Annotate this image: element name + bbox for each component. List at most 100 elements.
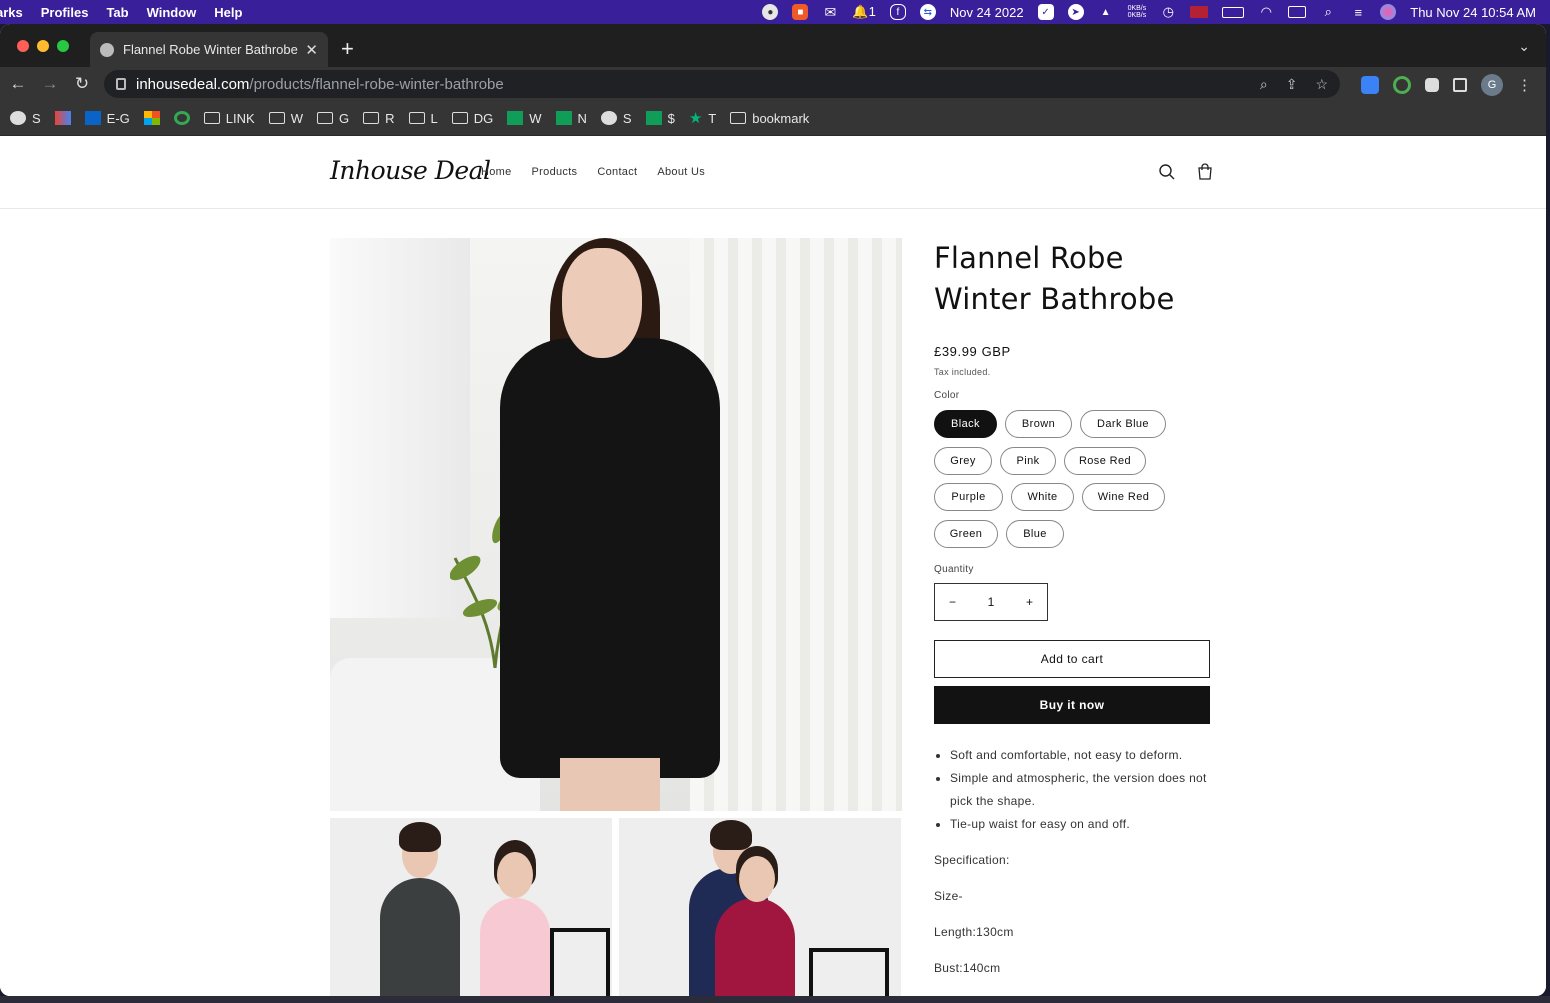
- folder-icon: [316, 112, 333, 124]
- bookmark-item[interactable]: E-G: [84, 111, 130, 126]
- bookmark-item[interactable]: N: [555, 111, 587, 126]
- site-header: Inhouse Deal Home Products Contact About…: [0, 136, 1546, 209]
- menu-help[interactable]: Help: [205, 5, 251, 20]
- folder-icon: [268, 112, 285, 124]
- bell-icon[interactable]: 🔔1: [852, 4, 875, 20]
- ring-extension-icon[interactable]: [1393, 76, 1411, 94]
- search-icon[interactable]: [1158, 163, 1176, 181]
- star-icon[interactable]: ☆: [1315, 76, 1328, 93]
- avatar[interactable]: G: [1481, 74, 1503, 96]
- wechat-icon[interactable]: ✉: [822, 4, 838, 20]
- bookmark-folder[interactable]: L: [408, 111, 438, 126]
- app-icon[interactable]: ■: [792, 4, 809, 20]
- bookmark-folder[interactable]: W: [268, 111, 303, 126]
- site-logo[interactable]: Inhouse Deal: [330, 156, 491, 185]
- zoom-lens-icon[interactable]: ⌕: [1260, 76, 1268, 93]
- color-option-blue[interactable]: Blue: [1006, 520, 1064, 548]
- share-icon[interactable]: ⇪: [1286, 76, 1298, 93]
- color-option-brown[interactable]: Brown: [1005, 410, 1072, 438]
- menu-window[interactable]: Window: [138, 5, 206, 20]
- image-face: [739, 856, 775, 902]
- bookmark-item[interactable]: S: [600, 111, 632, 126]
- g-icon: [173, 111, 190, 125]
- quantity-stepper: − 1 +: [934, 583, 1048, 621]
- cart-icon[interactable]: [1196, 163, 1214, 181]
- bookmark-item[interactable]: S: [10, 111, 41, 126]
- menu-bookmarks[interactable]: arks: [0, 5, 32, 20]
- address-bar[interactable]: inhousedeal.com/products/flannel-robe-wi…: [104, 70, 1340, 98]
- color-option-white[interactable]: White: [1011, 483, 1074, 511]
- bookmark-item[interactable]: $: [645, 111, 675, 126]
- history-icon[interactable]: ◷: [1160, 4, 1176, 20]
- nav-about-us[interactable]: About Us: [657, 166, 705, 178]
- image-frame: [809, 948, 889, 996]
- quantity-decrease-button[interactable]: −: [949, 595, 956, 609]
- keyboard-icon[interactable]: [1288, 6, 1307, 18]
- back-icon[interactable]: ←: [2, 74, 34, 94]
- chevron-down-icon[interactable]: ⌄: [1518, 38, 1530, 55]
- color-option-rose-red[interactable]: Rose Red: [1064, 447, 1146, 475]
- globe-icon: [100, 42, 114, 57]
- bookmark-item[interactable]: ★ T: [689, 109, 716, 127]
- cat-face-icon[interactable]: ▲: [1098, 4, 1114, 20]
- product-thumbnail[interactable]: [619, 818, 901, 996]
- product-thumbnail[interactable]: [330, 818, 612, 996]
- add-to-cart-button[interactable]: Add to cart: [934, 640, 1210, 678]
- bookmark-item[interactable]: [173, 111, 190, 125]
- nav-products[interactable]: Products: [532, 166, 578, 178]
- close-tab-icon[interactable]: ✕: [305, 41, 318, 59]
- wifi-icon[interactable]: ◠: [1258, 4, 1274, 20]
- color-option-wine-red[interactable]: Wine Red: [1082, 483, 1165, 511]
- close-window-button[interactable]: [17, 40, 29, 52]
- bookmark-item[interactable]: W: [507, 111, 542, 126]
- download-extension-icon[interactable]: [1361, 76, 1379, 94]
- us-flag-icon[interactable]: [1190, 6, 1209, 18]
- image-figure: [480, 898, 550, 996]
- color-option-grey[interactable]: Grey: [934, 447, 992, 475]
- bookmark-folder[interactable]: DG: [451, 111, 493, 126]
- bookmarks-bar: S E-G LINK W G R L DG W N S $ ★ T bookmar…: [0, 101, 1546, 136]
- check-icon[interactable]: ✓: [1037, 4, 1054, 20]
- script-icon[interactable]: f: [889, 4, 906, 20]
- menu-tab[interactable]: Tab: [97, 5, 137, 20]
- puzzle-icon[interactable]: [1425, 78, 1439, 92]
- side-panel-icon[interactable]: [1453, 78, 1467, 92]
- bookmark-folder[interactable]: LINK: [203, 111, 255, 126]
- color-option-pink[interactable]: Pink: [1000, 447, 1056, 475]
- new-tab-icon[interactable]: +: [341, 36, 354, 62]
- quantity-increase-button[interactable]: +: [1026, 595, 1033, 609]
- siri-icon[interactable]: [1380, 4, 1397, 20]
- nav-contact[interactable]: Contact: [597, 166, 637, 178]
- buy-now-button[interactable]: Buy it now: [934, 686, 1210, 724]
- quantity-input[interactable]: 1: [988, 595, 995, 609]
- spec-length: Length:130cm: [934, 925, 1014, 939]
- control-center-icon[interactable]: ≡: [1350, 4, 1366, 20]
- color-option-green[interactable]: Green: [934, 520, 998, 548]
- cat-icon[interactable]: ●: [762, 4, 779, 20]
- forward-icon[interactable]: →: [34, 74, 66, 94]
- zoom-window-button[interactable]: [57, 40, 69, 52]
- bookmark-folder[interactable]: R: [363, 111, 395, 126]
- minimize-window-button[interactable]: [37, 40, 49, 52]
- folder-icon: [363, 112, 380, 124]
- reload-icon[interactable]: ↻: [66, 74, 98, 94]
- lock-icon[interactable]: [116, 78, 126, 90]
- arrow-icon[interactable]: ➤: [1067, 4, 1084, 20]
- tab-active[interactable]: Flannel Robe Winter Bathrobe - ✕: [90, 32, 328, 67]
- date-short: Nov 24 2022: [949, 4, 1024, 20]
- product-main-image[interactable]: [330, 238, 902, 811]
- color-option-purple[interactable]: Purple: [934, 483, 1003, 511]
- color-option-black[interactable]: Black: [934, 410, 997, 438]
- nav-home[interactable]: Home: [481, 166, 512, 178]
- bookmark-folder[interactable]: G: [316, 111, 349, 126]
- color-option-dark-blue[interactable]: Dark Blue: [1080, 410, 1166, 438]
- battery-icon[interactable]: [1222, 6, 1245, 18]
- menu-profiles[interactable]: Profiles: [32, 5, 98, 20]
- color-label: Color: [934, 390, 960, 401]
- spotlight-icon[interactable]: ⌕: [1320, 4, 1336, 20]
- kebab-menu-icon[interactable]: ⋮: [1517, 76, 1532, 94]
- bookmark-item[interactable]: [54, 111, 71, 125]
- teamviewer-icon[interactable]: ⇆: [919, 4, 936, 20]
- bookmark-item[interactable]: [143, 111, 160, 125]
- bookmark-folder[interactable]: bookmark: [730, 111, 809, 126]
